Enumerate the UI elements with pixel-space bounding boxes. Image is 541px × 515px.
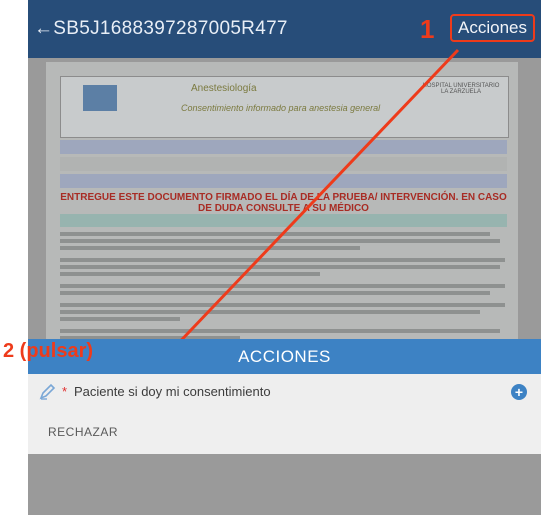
step-2-marker: 2 (pulsar) bbox=[3, 340, 94, 362]
dimmed-background bbox=[28, 454, 541, 515]
add-icon[interactable]: + bbox=[511, 384, 527, 400]
consent-option[interactable]: * Paciente si doy mi consentimiento + bbox=[28, 374, 541, 411]
reject-label: RECHAZAR bbox=[48, 425, 119, 439]
edit-icon bbox=[38, 382, 60, 402]
actions-sheet-header: ACCIONES bbox=[28, 339, 541, 374]
reject-option[interactable]: RECHAZAR bbox=[28, 410, 541, 454]
consent-option-label: Paciente si doy mi consentimiento bbox=[74, 384, 271, 399]
actions-sheet-title: ACCIONES bbox=[238, 347, 331, 366]
required-marker: * bbox=[62, 384, 68, 399]
